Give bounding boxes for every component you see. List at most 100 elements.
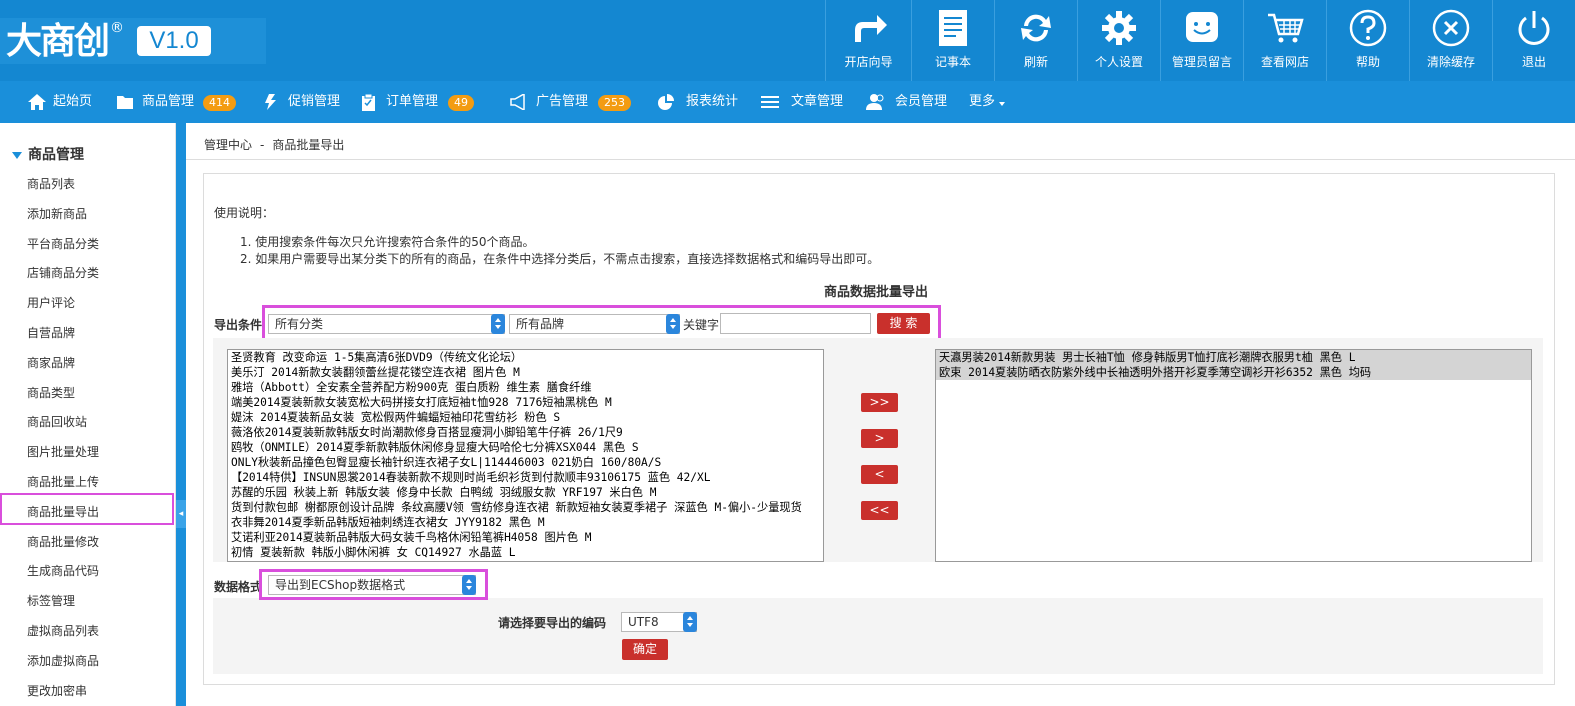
sidebar-item[interactable]: 自营品牌 <box>27 324 75 341</box>
caret-down-icon <box>999 102 1005 106</box>
source-goods-list[interactable]: 圣贤教育 改变命运 1-5集高清6张DVD9（传统文化论坛） 美乐汀 2014新款… <box>227 349 824 562</box>
goods-option[interactable]: 艾诺利亚2014夏装新品韩版大码女装千鸟格休闲铅笔裤H4058 图片色 M <box>228 530 823 545</box>
refresh-icon <box>1021 14 1051 42</box>
top-toolbar: 开店向导 记事本 刷新 个人设置 管理员留言 查看网店 帮助 清除缓存 退出 <box>825 0 1575 81</box>
toolbar-help[interactable]: 帮助 <box>1326 0 1409 81</box>
folder-icon <box>117 96 133 109</box>
goods-option[interactable]: 苏醒的乐园 秋装上新 韩版女装 修身中长款 白鸭绒 羽绒服女款 YRF197 米… <box>228 485 823 500</box>
brand-select-value: 所有品牌 <box>516 317 565 331</box>
help-icon <box>1349 9 1387 47</box>
toolbar-label: 个人设置 <box>1094 55 1143 69</box>
instructions-title: 使用说明： <box>214 206 275 220</box>
search-button[interactable]: 搜 索 <box>877 313 930 334</box>
move-right-button[interactable]: > <box>861 429 898 448</box>
toolbar-label: 查看网店 <box>1260 55 1309 69</box>
brand-select[interactable]: 所有品牌 <box>509 314 680 334</box>
lightning-icon <box>265 94 276 110</box>
main-nav: 起始页 商品管理 414 促销管理 订单管理 49 广告管理 253 报表统计 … <box>0 81 1575 123</box>
sidebar-item[interactable]: 平台商品分类 <box>27 235 99 252</box>
goods-option[interactable]: 美乐汀 2014新款女装翻领蕾丝提花镂空连衣裙 图片色 M <box>228 365 823 380</box>
goods-option[interactable]: 货到付款包邮 榭都原创设计品牌 条纹高腰V领 雪纺修身连衣裙 新款短袖女装夏季裙… <box>228 500 823 515</box>
sidebar-item[interactable]: 用户评论 <box>27 294 75 311</box>
toolbar-personal-settings[interactable]: 个人设置 <box>1077 0 1160 81</box>
format-select[interactable]: 导出到ECShop数据格式 <box>268 575 476 595</box>
select-arrow-icon <box>666 314 680 334</box>
breadcrumb-current: 商品批量导出 <box>272 138 345 152</box>
goods-option[interactable]: 圣贤教育 改变命运 1-5集高清6张DVD9（传统文化论坛） <box>228 350 823 365</box>
sidebar-item[interactable]: 商品批量导出 <box>27 503 99 520</box>
goods-option[interactable]: 鸥牧（ONMILE）2014夏季新款韩版休闲修身显瘦大码哈伦七分裤XSX044 … <box>228 440 823 455</box>
sidebar-collapse-handle[interactable]: ◂ <box>176 500 186 528</box>
toolbar-refresh[interactable]: 刷新 <box>994 0 1077 81</box>
move-left-button[interactable]: < <box>861 465 898 484</box>
toolbar-open-shop-guide[interactable]: 开店向导 <box>825 0 911 81</box>
toolbar-view-shop[interactable]: 查看网店 <box>1243 0 1326 81</box>
sidebar-item[interactable]: 店铺商品分类 <box>27 264 99 281</box>
sidebar-item[interactable]: 图片批量处理 <box>27 443 99 460</box>
export-heading: 商品数据批量导出 <box>824 285 929 300</box>
sidebar-item[interactable]: 商品列表 <box>27 175 75 192</box>
sidebar-item[interactable]: 商品回收站 <box>27 413 87 430</box>
nav-label: 会员管理 <box>895 94 948 109</box>
category-select[interactable]: 所有分类 <box>268 314 505 334</box>
toolbar-clear-cache[interactable]: 清除缓存 <box>1409 0 1492 81</box>
toolbar-logout[interactable]: 退出 <box>1492 0 1575 81</box>
logo-text: 大商创 <box>6 20 110 62</box>
move-all-right-button[interactable]: >> <box>861 393 898 412</box>
logo[interactable]: 大商创 ® V1.0 <box>0 18 266 64</box>
smiley-chat-icon <box>1186 12 1218 42</box>
breadcrumb-separator: - <box>260 138 265 152</box>
megaphone-icon <box>510 94 525 110</box>
goods-option[interactable]: 初情 夏装新款 韩版小脚休闲裤 女 CQ14927 水晶蓝 L <box>228 545 823 560</box>
toolbar-notepad[interactable]: 记事本 <box>911 0 994 81</box>
nav-label: 更多 <box>969 94 996 109</box>
goods-option[interactable]: ONLY秋装新品撞色包臀显瘦长袖针织连衣裙子女L|114446003 021奶白… <box>228 455 823 470</box>
category-select-value: 所有分类 <box>275 317 324 331</box>
encoding-select[interactable]: UTF8 <box>621 612 697 632</box>
move-all-left-button[interactable]: << <box>861 501 898 520</box>
goods-option[interactable]: 雅培（Abbott）全安素全营养配方粉900克 蛋白质粉 维生素 膳食纤维 <box>228 380 823 395</box>
sidebar-item[interactable]: 添加新商品 <box>27 205 87 222</box>
clipboard-icon <box>362 94 375 111</box>
sidebar-title[interactable]: 商品管理 <box>12 144 84 164</box>
sidebar-item[interactable]: 添加虚拟商品 <box>27 652 99 669</box>
keyword-input[interactable] <box>720 313 871 334</box>
goods-option[interactable]: 衣非舞2014夏季新品韩版短袖刺绣连衣裙女 JYY9182 黑色 M <box>228 515 823 530</box>
sidebar-item[interactable]: 商品类型 <box>27 384 75 401</box>
goods-option[interactable]: 薇洛依2014夏装新款韩版女时尚潮款修身百搭显瘦洞小脚铅笔牛仔裤 26/1尺9 <box>228 425 823 440</box>
instruction-line: 2. 如果用户需要导出某分类下的所有的商品，在条件中选择分类后，不需点击搜索，直… <box>240 252 880 266</box>
goods-option[interactable]: 端美2014夏装新款女装宽松大码拼接女打底短袖t恤928 7176短袖黑桃色 M <box>228 395 823 410</box>
encoding-label: 请选择要导出的编码 <box>498 616 607 630</box>
instruction-line: 1. 使用搜索条件每次只允许搜索符合条件的50个商品。 <box>240 235 535 249</box>
top-header: 大商创 ® V1.0 开店向导 记事本 刷新 个人设置 管理员留言 查看网店 帮… <box>0 0 1575 81</box>
select-arrow-icon <box>462 575 476 595</box>
home-icon <box>28 94 46 110</box>
toolbar-admin-message[interactable]: 管理员留言 <box>1160 0 1243 81</box>
goods-option[interactable]: 天瀛男装2014新款男装 男士长袖T恤 修身韩版男T恤打底衫潮牌衣服男t桖 黑色… <box>936 350 1531 365</box>
goods-option[interactable]: 欧束 2014夏装防晒衣防紫外线中长袖透明外搭开衫夏季薄空调衫开衫6352 黑色… <box>936 365 1531 380</box>
sidebar-item[interactable]: 更改加密串 <box>27 682 87 699</box>
sidebar-item[interactable]: 商品批量修改 <box>27 533 99 550</box>
version-badge: V1.0 <box>137 26 211 56</box>
confirm-button[interactable]: 确定 <box>622 639 668 660</box>
breadcrumb: 管理中心 - 商品批量导出 <box>204 136 344 153</box>
nav-label: 广告管理 <box>536 94 589 109</box>
sidebar-item[interactable]: 生成商品代码 <box>27 562 99 579</box>
sidebar-item[interactable]: 商品批量上传 <box>27 473 99 490</box>
encoding-area <box>213 598 1543 674</box>
format-label: 数据格式 <box>214 580 263 594</box>
nav-badge: 49 <box>448 95 474 111</box>
goods-option[interactable]: 【2014特供】INSUN恩裳2014春装新款不规则时尚毛织衫货到付款顺丰931… <box>228 470 823 485</box>
sidebar-item[interactable]: 标签管理 <box>27 592 75 609</box>
sidebar-item[interactable]: 商家品牌 <box>27 354 75 371</box>
sidebar-item[interactable]: 虚拟商品列表 <box>27 622 99 639</box>
condition-label: 导出条件 <box>214 318 263 332</box>
goods-option[interactable]: 媞沫 2014夏装新品女装 宽松假两件蝙蝠短袖印花雪纺衫 粉色 S <box>228 410 823 425</box>
nav-badge: 414 <box>203 95 236 111</box>
breadcrumb-root[interactable]: 管理中心 <box>204 138 252 152</box>
nav-label: 订单管理 <box>386 94 439 109</box>
toolbar-label: 帮助 <box>1355 55 1380 69</box>
selected-goods-list[interactable]: 天瀛男装2014新款男装 男士长袖T恤 修身韩版男T恤打底衫潮牌衣服男t桖 黑色… <box>935 349 1532 562</box>
format-select-value: 导出到ECShop数据格式 <box>275 578 406 592</box>
toolbar-label: 清除缓存 <box>1426 55 1475 69</box>
